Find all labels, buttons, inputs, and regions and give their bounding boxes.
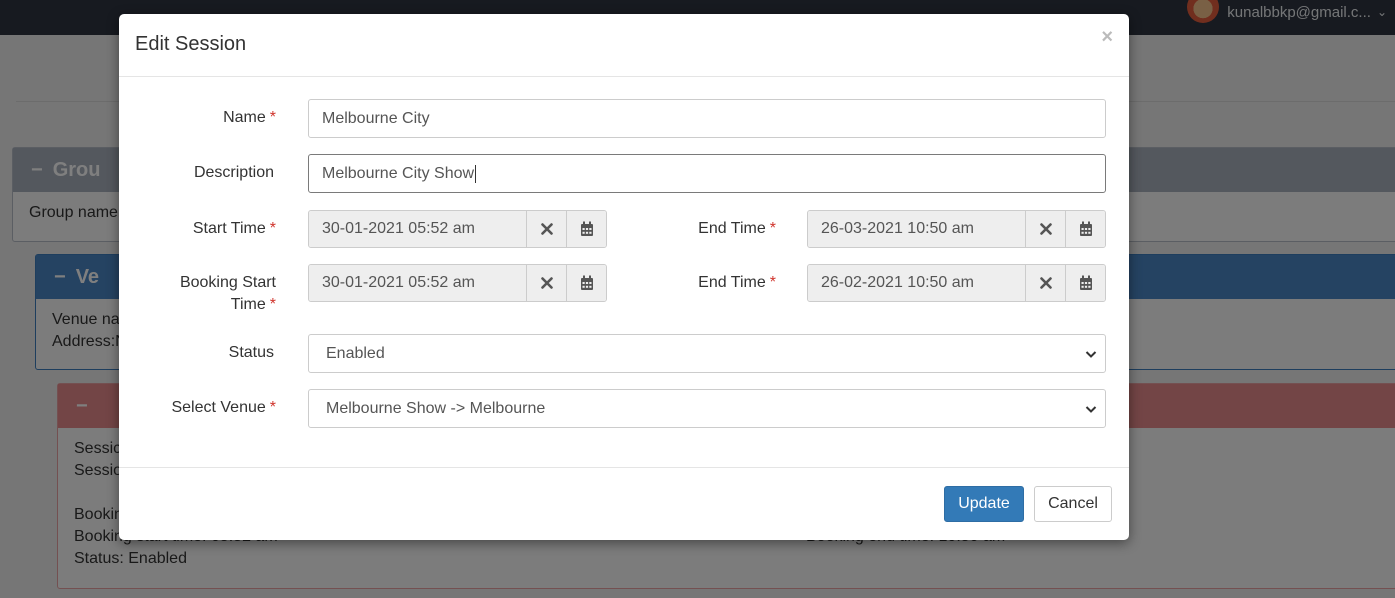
venue-select[interactable]: Melbourne Show -> Melbourne: [308, 389, 1106, 428]
venue-label-text: Select Venue: [171, 399, 266, 416]
booking-end-time-input[interactable]: 26-02-2021 10:50 am: [808, 265, 1025, 301]
required-mark: *: [769, 274, 776, 291]
update-button[interactable]: Update: [944, 486, 1024, 522]
booking-start-time-label: Booking Start Time *: [119, 272, 276, 316]
required-mark: *: [769, 220, 776, 237]
name-input[interactable]: Melbourne City: [308, 99, 1106, 138]
start-time-label: Start Time *: [119, 218, 276, 240]
status-label: Status: [119, 342, 274, 364]
booking-end-time-picker: 26-02-2021 10:50 am: [807, 264, 1106, 302]
start-time-input[interactable]: 30-01-2021 05:52 am: [309, 211, 526, 247]
calendar-icon[interactable]: [566, 211, 606, 247]
status-select-value: Enabled: [326, 344, 385, 362]
booking-start-time-input[interactable]: 30-01-2021 05:52 am: [309, 265, 526, 301]
clear-icon[interactable]: [1025, 265, 1065, 301]
booking-start-label-line2: Time: [230, 296, 266, 313]
booking-end-time-label-text: End Time: [698, 274, 766, 291]
venue-select-value: Melbourne Show -> Melbourne: [326, 399, 546, 417]
clear-icon[interactable]: [1025, 211, 1065, 247]
calendar-icon[interactable]: [1065, 265, 1105, 301]
venue-label: Select Venue *: [119, 397, 276, 419]
modal-header: Edit Session ×: [119, 14, 1129, 77]
edit-session-modal: Edit Session × Name * Melbourne City Desc…: [119, 14, 1129, 540]
booking-start-label-line1: Booking Start: [179, 274, 276, 291]
end-time-label-text: End Time: [698, 220, 766, 237]
end-time-label: End Time *: [679, 218, 776, 240]
start-time-picker: 30-01-2021 05:52 am: [308, 210, 607, 248]
chevron-down-icon: [1085, 351, 1097, 358]
close-icon[interactable]: ×: [1101, 26, 1113, 49]
required-mark: *: [269, 109, 276, 126]
required-mark: *: [269, 220, 276, 237]
cancel-button[interactable]: Cancel: [1034, 486, 1112, 522]
description-label: Description: [119, 162, 274, 184]
start-time-label-text: Start Time: [192, 220, 266, 237]
booking-start-time-picker: 30-01-2021 05:52 am: [308, 264, 607, 302]
name-input-value: Melbourne City: [322, 109, 430, 127]
name-label: Name *: [119, 107, 276, 129]
required-mark: *: [269, 296, 276, 313]
status-select[interactable]: Enabled: [308, 334, 1106, 373]
chevron-down-icon: [1085, 406, 1097, 413]
modal-footer-divider: [119, 467, 1129, 468]
end-time-input[interactable]: 26-03-2021 10:50 am: [808, 211, 1025, 247]
end-time-picker: 26-03-2021 10:50 am: [807, 210, 1106, 248]
status-label-text: Status: [228, 344, 274, 361]
text-cursor: [475, 164, 477, 183]
calendar-icon[interactable]: [1065, 211, 1105, 247]
modal-title: Edit Session: [135, 33, 247, 55]
description-input[interactable]: Melbourne City Show: [308, 154, 1106, 193]
clear-icon[interactable]: [526, 211, 566, 247]
description-label-text: Description: [193, 164, 274, 181]
required-mark: *: [269, 399, 276, 416]
calendar-icon[interactable]: [566, 265, 606, 301]
name-label-text: Name: [223, 109, 266, 126]
clear-icon[interactable]: [526, 265, 566, 301]
description-input-value: Melbourne City Show: [322, 164, 475, 182]
booking-end-time-label: End Time *: [679, 272, 776, 294]
